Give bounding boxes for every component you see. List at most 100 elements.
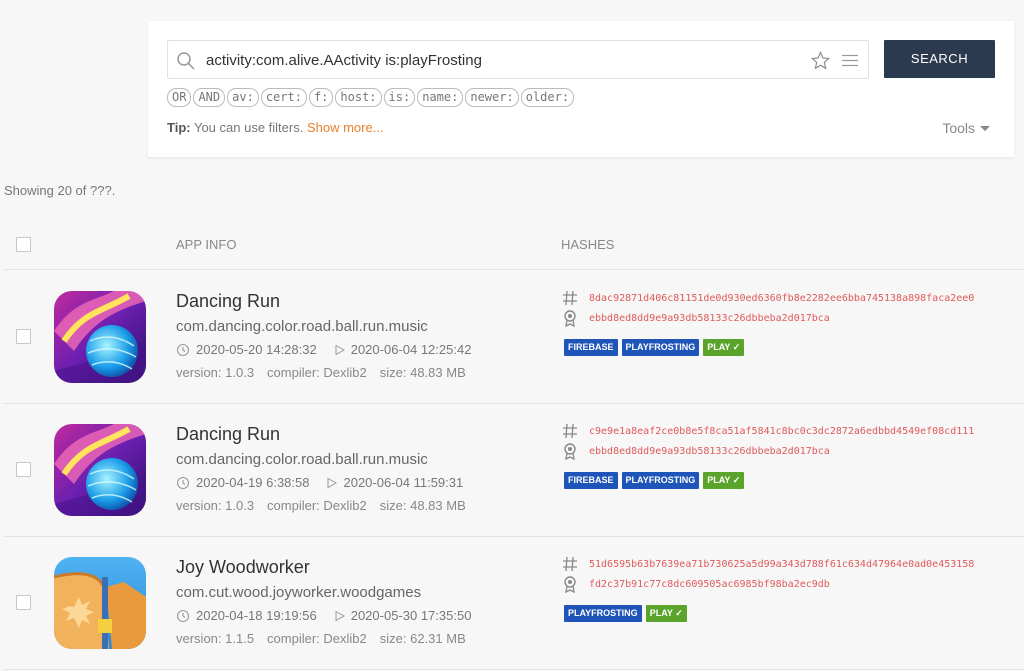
filter-chip-or[interactable]: OR <box>167 88 192 107</box>
results-count: Showing 20 of ???. <box>4 183 116 198</box>
filter-chips: OR AND av: cert: f: host: is: name: newe… <box>167 88 575 107</box>
tag-list: FIREBASE PLAYFROSTING PLAY ✓ <box>564 339 745 356</box>
app-name[interactable]: Dancing Run <box>176 424 280 445</box>
app-icon[interactable] <box>54 291 146 383</box>
search-panel: activity:com.alive.AActivity is:playFros… <box>148 21 1014 157</box>
row-checkbox[interactable] <box>16 595 31 610</box>
tag-list: FIREBASE PLAYFROSTING PLAY ✓ <box>564 472 745 489</box>
app-dates: 2020-05-20 14:28:32 2020-06-04 12:25:42 <box>176 342 471 357</box>
first-seen-date: 2020-04-19 6:38:58 <box>196 475 310 490</box>
certificate-icon <box>564 576 576 593</box>
cert-line: ebbd8ed8dd9e9a93db58133c26dbbeba2d017bca <box>561 442 830 460</box>
filter-chip-and[interactable]: AND <box>193 88 226 107</box>
tag-playfrosting[interactable]: PLAYFROSTING <box>621 339 700 356</box>
tools-dropdown[interactable]: Tools <box>942 120 990 136</box>
app-size: size: 62.31 MB <box>379 631 466 646</box>
filter-chip-is[interactable]: is: <box>383 88 416 107</box>
app-dates: 2020-04-19 6:38:58 2020-06-04 11:59:31 <box>176 475 463 490</box>
search-query-text[interactable]: activity:com.alive.AActivity is:playFros… <box>206 41 796 80</box>
caret-down-icon <box>980 126 990 131</box>
sha256-line: 8dac92871d406c81151de0d930ed6360fb8e2282… <box>561 289 974 307</box>
column-header-hashes: HASHES <box>561 237 615 252</box>
filter-chip-name[interactable]: name: <box>417 88 464 107</box>
tag-list: PLAYFROSTING PLAY ✓ <box>564 605 687 622</box>
app-compiler: compiler: Dexlib2 <box>267 631 367 646</box>
cert-line: ebbd8ed8dd9e9a93db58133c26dbbeba2d017bca <box>561 309 830 327</box>
app-dates: 2020-04-18 19:19:56 2020-05-30 17:35:50 <box>176 608 471 623</box>
sha256-line: 51d6595b63b7639ea71b730625a5d99a343d788f… <box>561 555 974 573</box>
app-meta: version: 1.0.3 compiler: Dexlib2 size: 48.… <box>176 365 479 380</box>
hash-icon <box>563 423 577 439</box>
cert-value[interactable]: ebbd8ed8dd9e9a93db58133c26dbbeba2d017bca <box>589 313 830 324</box>
app-size: size: 48.83 MB <box>379 498 466 513</box>
sha256-value[interactable]: c9e9e1a8eaf2ce0b8e5f8ca51af5841c8bc0c3dc… <box>589 426 974 437</box>
play-date: 2020-06-04 12:25:42 <box>350 342 472 357</box>
cert-value[interactable]: ebbd8ed8dd9e9a93db58133c26dbbeba2d017bca <box>589 446 830 457</box>
row-checkbox[interactable] <box>16 329 31 344</box>
app-icon[interactable] <box>54 557 146 649</box>
app-name[interactable]: Joy Woodworker <box>176 557 310 578</box>
history-icon <box>176 343 190 356</box>
app-package: com.cut.wood.joyworker.woodgames <box>176 584 422 601</box>
app-package: com.dancing.color.road.ball.run.music <box>176 318 428 335</box>
filter-chip-cert[interactable]: cert: <box>260 88 307 107</box>
app-compiler: compiler: Dexlib2 <box>267 365 367 380</box>
first-seen-date: 2020-05-20 14:28:32 <box>196 342 317 357</box>
tip-text: Tip: You can use filters. Show more... <box>167 120 384 135</box>
play-outline-icon <box>335 610 345 621</box>
tip-body: You can use filters. <box>190 120 307 135</box>
table-row[interactable]: Dancing Run com.dancing.color.road.ball.r… <box>4 404 1024 537</box>
app-size: size: 48.83 MB <box>379 365 466 380</box>
row-checkbox[interactable] <box>16 462 31 477</box>
app-meta: version: 1.0.3 compiler: Dexlib2 size: 48.… <box>176 498 479 513</box>
history-icon <box>176 609 190 622</box>
search-icon <box>177 52 195 70</box>
app-name[interactable]: Dancing Run <box>176 291 280 312</box>
play-outline-icon <box>327 477 338 488</box>
menu-icon[interactable] <box>842 54 858 67</box>
column-header-app-info: APP INFO <box>176 237 237 252</box>
first-seen-date: 2020-04-18 19:19:56 <box>196 608 317 623</box>
app-version: version: 1.0.3 <box>176 498 255 513</box>
search-input[interactable]: activity:com.alive.AActivity is:playFros… <box>167 40 869 79</box>
app-version: version: 1.1.5 <box>176 631 255 646</box>
table-row[interactable]: Joy Woodworker com.cut.wood.joyworker.woo… <box>4 537 1024 670</box>
play-date: 2020-06-04 11:59:31 <box>343 475 464 490</box>
cert-line: fd2c37b91c77c8dc609505ac6985bf98ba2ec9db <box>561 575 830 593</box>
app-version: version: 1.0.3 <box>176 365 255 380</box>
table-row[interactable]: Dancing Run com.dancing.color.road.ball.r… <box>4 271 1024 404</box>
tag-play[interactable]: PLAY ✓ <box>703 339 745 356</box>
filter-chip-older[interactable]: older: <box>520 88 575 107</box>
certificate-icon <box>564 443 576 460</box>
tag-playfrosting[interactable]: PLAYFROSTING <box>564 605 642 622</box>
tools-label: Tools <box>942 120 975 136</box>
app-compiler: compiler: Dexlib2 <box>267 498 367 513</box>
show-more-link[interactable]: Show more... <box>307 120 384 135</box>
sha256-value[interactable]: 8dac92871d406c81151de0d930ed6360fb8e2282… <box>589 293 974 304</box>
tag-play[interactable]: PLAY ✓ <box>703 472 745 489</box>
hash-icon <box>563 556 577 572</box>
tip-label: Tip: <box>167 120 191 135</box>
filter-chip-av[interactable]: av: <box>227 88 259 107</box>
history-icon <box>176 476 190 489</box>
play-outline-icon <box>335 344 345 355</box>
search-button[interactable]: SEARCH <box>884 40 995 78</box>
filter-chip-f[interactable]: f: <box>308 88 334 107</box>
star-icon[interactable] <box>811 51 830 70</box>
sha256-line: c9e9e1a8eaf2ce0b8e5f8ca51af5841c8bc0c3dc… <box>561 422 974 440</box>
filter-chip-host[interactable]: host: <box>335 88 382 107</box>
play-date: 2020-05-30 17:35:50 <box>350 608 472 623</box>
app-icon[interactable] <box>54 424 146 516</box>
table-header: APP INFO HASHES <box>4 222 1024 270</box>
hash-icon <box>563 290 577 306</box>
filter-chip-newer[interactable]: newer: <box>465 88 519 107</box>
tag-firebase[interactable]: FIREBASE <box>564 472 618 489</box>
tag-playfrosting[interactable]: PLAYFROSTING <box>621 472 700 489</box>
cert-value[interactable]: fd2c37b91c77c8dc609505ac6985bf98ba2ec9db <box>589 579 830 590</box>
app-meta: version: 1.1.5 compiler: Dexlib2 size: 62.… <box>176 631 479 646</box>
sha256-value[interactable]: 51d6595b63b7639ea71b730625a5d99a343d788f… <box>589 559 974 570</box>
select-all-checkbox[interactable] <box>16 237 31 252</box>
tag-play[interactable]: PLAY ✓ <box>645 605 687 622</box>
tag-firebase[interactable]: FIREBASE <box>564 339 618 356</box>
certificate-icon <box>564 310 576 327</box>
